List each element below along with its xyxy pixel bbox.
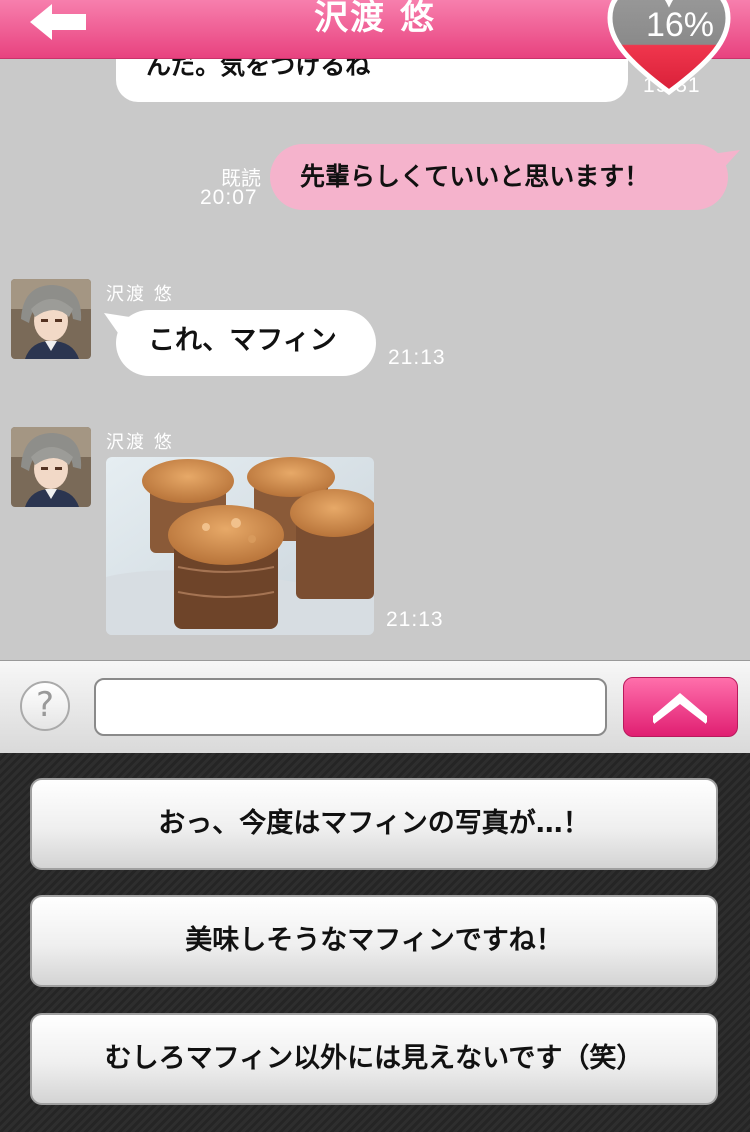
message-time: 20:07	[200, 186, 258, 209]
message-text: んだ。気をつけるね	[146, 58, 371, 80]
affection-percent: 16%	[645, 6, 715, 44]
message-input[interactable]	[94, 678, 607, 736]
input-bar: ?	[0, 660, 750, 754]
sender-name: 沢渡 悠	[106, 284, 174, 305]
choice-button[interactable]: おっ、今度はマフィンの写真が…！	[30, 778, 718, 870]
choice-button[interactable]: 美味しそうなマフィンですね！	[30, 895, 718, 987]
avatar[interactable]	[11, 279, 91, 359]
send-button[interactable]	[623, 677, 738, 737]
muffin-photo[interactable]	[106, 457, 374, 635]
chevron-up-icon	[653, 693, 707, 724]
muffin-image	[106, 457, 374, 635]
message-text: これ、マフィン	[148, 325, 337, 356]
message-time: 21:13	[388, 346, 446, 369]
message-time: 21:13	[386, 608, 444, 631]
bubble-tail	[712, 150, 740, 172]
message-bubble: んだ。気をつけるね	[116, 58, 628, 102]
message-bubble: これ、マフィン	[116, 310, 376, 376]
message-text: 先輩らしくていいと思います！	[300, 162, 650, 191]
message-bubble: 先輩らしくていいと思います！	[270, 144, 728, 210]
avatar[interactable]	[11, 427, 91, 507]
reply-choices: おっ、今度はマフィンの写真が…！ 美味しそうなマフィンですね！ むしろマフィン以…	[0, 753, 750, 1132]
choice-button[interactable]: むしろマフィン以外には見えないです（笑）	[30, 1013, 718, 1105]
chat-area[interactable]: んだ。気をつけるね 19:31 既読 20:07 先輩らしくていいと思います！ …	[0, 58, 750, 660]
sender-name: 沢渡 悠	[106, 432, 174, 453]
question-icon[interactable]: ?	[20, 681, 70, 731]
avatar-image	[11, 279, 91, 359]
avatar-image	[11, 427, 91, 507]
